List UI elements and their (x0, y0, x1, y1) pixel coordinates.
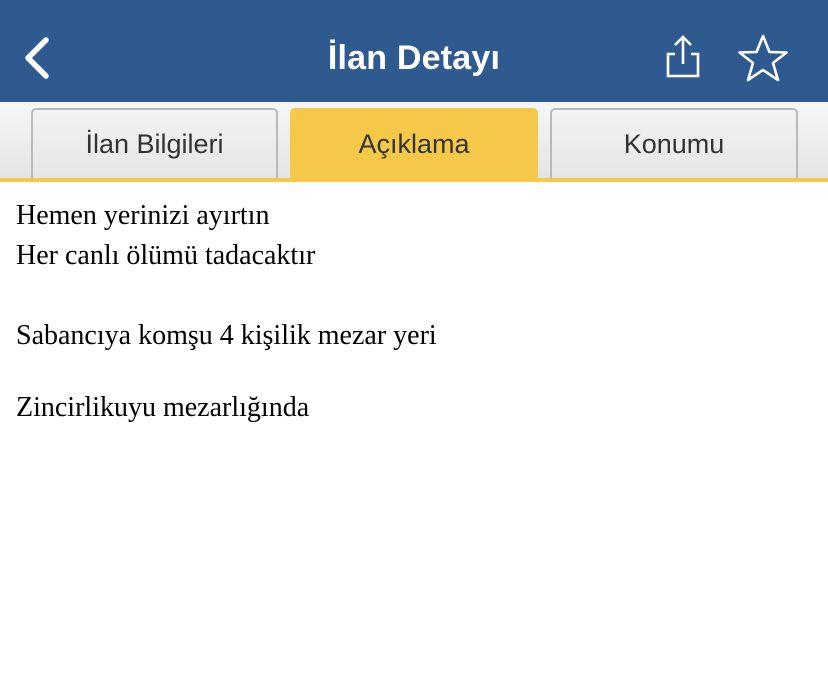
tab-ilan-bilgileri[interactable]: İlan Bilgileri (31, 108, 278, 178)
share-button[interactable] (662, 32, 704, 86)
description-line: Sabancıya komşu 4 kişilik mezar yeri (16, 320, 437, 351)
tab-konumu[interactable]: Konumu (550, 108, 798, 178)
tab-underline (0, 178, 828, 182)
star-outline-icon (738, 34, 788, 82)
description-line: Her canlı ölümü tadacaktır (16, 240, 316, 271)
favorite-button[interactable] (737, 33, 789, 85)
tab-aciklama[interactable]: Açıklama (290, 108, 538, 178)
navigation-bar: İlan Detayı (0, 0, 828, 102)
tab-label: Açıklama (358, 128, 470, 159)
share-icon (666, 35, 700, 78)
tab-label: Konumu (623, 128, 725, 159)
description-line: Zincirlikuyu mezarlığında (16, 392, 310, 423)
tab-label: İlan Bilgileri (85, 128, 224, 159)
description-content: Hemen yerinizi ayırtın Her canlı ölümü t… (16, 196, 806, 428)
description-line: Hemen yerinizi ayırtın (16, 200, 270, 231)
app-screen: İlan Detayı İlan Bilgileri Açıklama Konu… (0, 0, 828, 698)
